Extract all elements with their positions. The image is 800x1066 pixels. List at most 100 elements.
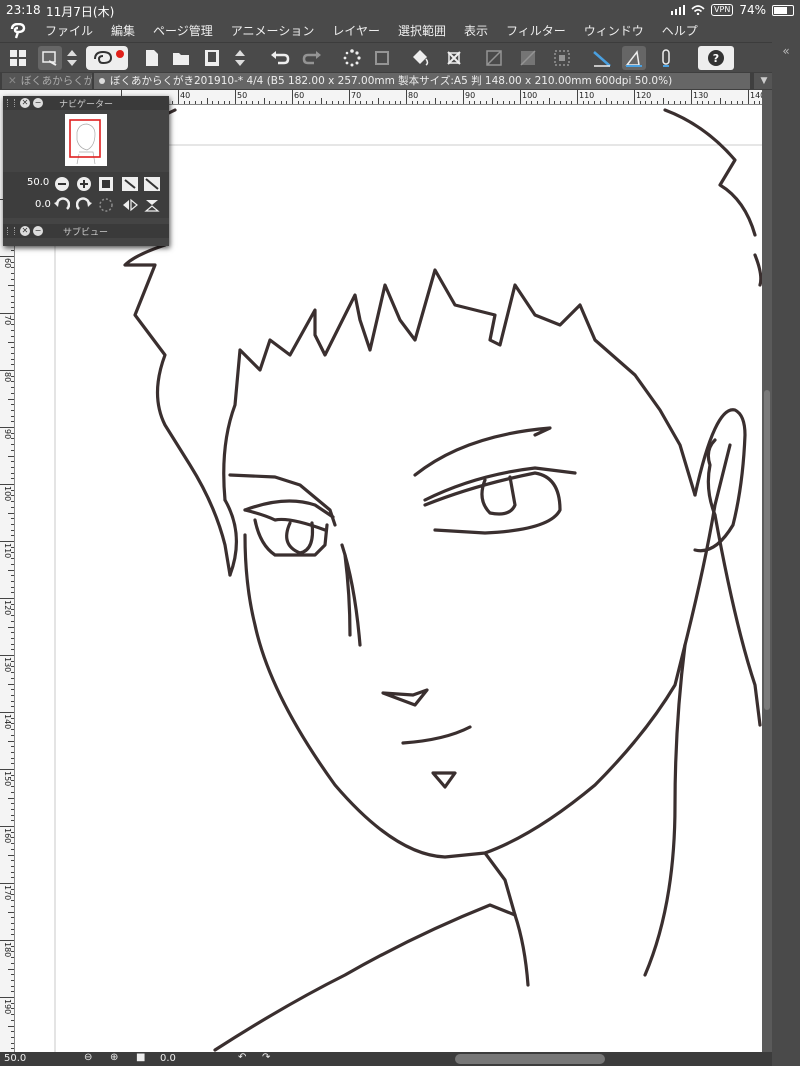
close-icon[interactable]: ✕ [20, 98, 30, 108]
redo-icon[interactable] [300, 46, 324, 70]
ruler-tick [0, 826, 14, 827]
menu-view[interactable]: 表示 [455, 20, 497, 42]
loading-icon[interactable] [340, 46, 364, 70]
ruler-tick [11, 330, 14, 332]
navigator-view-frame[interactable] [69, 119, 101, 158]
ruler-tick [11, 563, 14, 565]
fill-icon[interactable] [408, 46, 432, 70]
help-icon[interactable]: ? [698, 46, 734, 70]
rotation-value[interactable]: 0.0 [35, 199, 51, 210]
up-down-arrows-icon[interactable] [232, 46, 248, 70]
tab-list-dropdown-icon[interactable]: ▼ [754, 73, 774, 89]
menu-layer[interactable]: レイヤー [323, 20, 389, 42]
drawing-canvas[interactable] [15, 105, 763, 1056]
open-folder-icon[interactable] [170, 46, 194, 70]
menu-animation[interactable]: アニメーション [222, 20, 324, 42]
vertical-scrollbar[interactable] [762, 90, 772, 1056]
minimize-icon[interactable]: − [33, 226, 43, 236]
ruler-tick [662, 98, 664, 104]
clear-icon[interactable] [482, 46, 506, 70]
ruler-tick [11, 523, 14, 525]
fill-selection-icon[interactable] [516, 46, 540, 70]
transform-icon[interactable] [370, 46, 394, 70]
grid-icon[interactable] [6, 46, 30, 70]
deselect-icon[interactable] [550, 46, 574, 70]
close-icon[interactable]: ✕ [20, 226, 30, 236]
zoom-out-icon[interactable]: ⊖ [84, 1052, 92, 1063]
ruler-tick [8, 341, 14, 343]
horizontal-scroll-thumb[interactable] [455, 1054, 605, 1064]
rotate-right-icon[interactable]: ↷ [262, 1052, 270, 1063]
flip-vertical-icon[interactable] [143, 196, 161, 214]
ruler-tick [11, 421, 14, 423]
ruler-tick [11, 358, 14, 360]
up-down-arrows-icon[interactable] [64, 46, 80, 70]
close-icon[interactable]: ✕ [8, 75, 17, 87]
tab-active-document[interactable]: ぼくあからくがき201910-* 4/4 (B5 182.00 x 257.00… [94, 73, 750, 89]
reset-rotation-icon[interactable] [97, 196, 115, 214]
wifi-icon [691, 5, 705, 15]
special-ruler-snap-icon[interactable] [622, 46, 646, 70]
drag-handle-icon[interactable] [7, 227, 15, 235]
actual-size-icon[interactable] [97, 175, 115, 193]
selection-transform-icon[interactable] [442, 46, 466, 70]
battery-icon [772, 4, 794, 16]
ruler-tick [11, 877, 14, 879]
menu-help[interactable]: ヘルプ [653, 20, 707, 42]
menu-file[interactable]: ファイル [36, 20, 102, 42]
fit-screen-icon[interactable] [121, 175, 139, 193]
status-indicators: VPN 74% [671, 3, 794, 17]
ruler-tick [11, 1031, 14, 1033]
ruler-tick [377, 98, 379, 104]
fit-screen-icon[interactable]: ■ [136, 1052, 145, 1063]
palette-export-icon[interactable] [38, 46, 62, 70]
new-file-icon[interactable] [140, 46, 164, 70]
ruler-tick [702, 101, 704, 104]
ruler-tick [11, 991, 14, 993]
navigator-preview[interactable] [65, 114, 107, 166]
rotate-left-icon[interactable]: ↶ [238, 1052, 246, 1063]
navigator-title: ナビゲーター [59, 100, 114, 110]
ruler-tick [263, 98, 265, 104]
tab-inactive-document[interactable]: ✕ ぼくあからくが [2, 73, 92, 89]
app-logo-icon[interactable] [0, 20, 36, 42]
ruler-label: 70 [3, 315, 12, 326]
menu-filter[interactable]: フィルター [497, 20, 575, 42]
ruler-tick [0, 427, 14, 428]
zoom-in-icon[interactable]: ⊕ [110, 1052, 118, 1063]
ruler-tick [451, 101, 453, 104]
companion-mode-icon[interactable] [86, 46, 128, 70]
ruler-tick [679, 101, 681, 104]
ruler-snap-icon[interactable] [590, 46, 614, 70]
ruler-tick [11, 763, 14, 765]
menu-page[interactable]: ページ管理 [144, 20, 222, 42]
grid-snap-icon[interactable] [654, 46, 678, 70]
drag-handle-icon[interactable] [7, 99, 15, 107]
subview-header[interactable]: ✕ − サブビュー [3, 224, 169, 238]
ruler-label: 180 [3, 942, 12, 958]
zoom-value[interactable]: 50.0 [27, 177, 49, 188]
minimize-icon[interactable]: − [33, 98, 43, 108]
undo-icon[interactable] [268, 46, 292, 70]
ruler-tick [668, 101, 670, 104]
zoom-in-icon[interactable] [75, 175, 93, 193]
navigator-header[interactable]: ✕ − ナビゲーター [3, 96, 169, 110]
expand-dock-icon[interactable]: « [772, 44, 800, 58]
menu-selection[interactable]: 選択範囲 [389, 20, 455, 42]
zoom-out-icon[interactable] [53, 175, 71, 193]
rotate-left-icon[interactable] [53, 196, 71, 214]
ruler-tick [599, 101, 601, 104]
ruler-label: 150 [3, 771, 12, 787]
ruler-tick [11, 295, 14, 297]
ruler-tick [11, 757, 14, 759]
fit-width-icon[interactable] [143, 175, 161, 193]
vertical-scroll-thumb[interactable] [764, 390, 770, 710]
rotate-right-icon[interactable] [75, 196, 93, 214]
flip-horizontal-icon[interactable] [121, 196, 139, 214]
ruler-tick [639, 101, 641, 104]
menu-edit[interactable]: 編集 [102, 20, 144, 42]
save-icon[interactable] [200, 46, 224, 70]
ruler-tick [0, 655, 14, 656]
menu-window[interactable]: ウィンドウ [575, 20, 653, 42]
ios-status-bar: 23:18 11月7日(木) VPN 74% [0, 0, 800, 20]
